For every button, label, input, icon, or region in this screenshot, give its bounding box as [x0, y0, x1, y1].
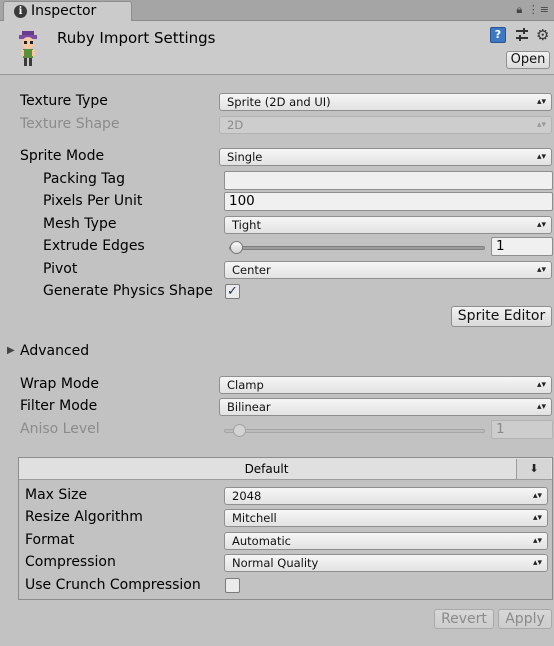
open-button[interactable]: Open: [506, 51, 550, 69]
dropdown-arrows-icon: ▴▾: [532, 491, 542, 501]
dropdown-arrows-icon: ▴▾: [532, 558, 542, 568]
dropdown-arrows-icon: ▴▾: [536, 97, 546, 107]
help-icon[interactable]: ?: [490, 27, 506, 43]
wrap-mode-dropdown[interactable]: Clamp ▴▾: [219, 376, 552, 394]
resize-algorithm-label: Resize Algorithm: [25, 509, 143, 525]
compression-value: Normal Quality: [232, 556, 319, 570]
wrap-mode-value: Clamp: [227, 378, 264, 392]
pivot-value: Center: [232, 263, 271, 277]
checkmark-icon: ✓: [227, 284, 238, 299]
info-icon: i: [14, 5, 27, 18]
wrap-mode-label: Wrap Mode: [20, 376, 100, 392]
foldout-arrow-icon[interactable]: ▶: [7, 342, 15, 360]
texture-shape-dropdown: 2D ▴▾: [219, 116, 552, 134]
format-value: Automatic: [232, 534, 291, 548]
filter-mode-dropdown[interactable]: Bilinear ▴▾: [219, 398, 552, 416]
extrude-edges-input[interactable]: 1: [491, 237, 553, 256]
packing-tag-label: Packing Tag: [43, 171, 125, 187]
mesh-type-label: Mesh Type: [43, 216, 117, 232]
texture-type-value: Sprite (2D and UI): [227, 95, 331, 109]
revert-button[interactable]: Revert: [434, 609, 494, 629]
resize-algorithm-dropdown[interactable]: Mitchell ▴▾: [224, 509, 548, 527]
extrude-edges-slider-thumb[interactable]: [230, 241, 243, 254]
generate-physics-shape-label: Generate Physics Shape: [43, 283, 213, 299]
pixels-per-unit-label: Pixels Per Unit: [43, 193, 143, 209]
dropdown-arrows-icon: ▴▾: [532, 513, 542, 523]
pivot-label: Pivot: [43, 261, 78, 277]
packing-tag-input[interactable]: [224, 171, 553, 190]
tab-inspector[interactable]: i Inspector: [3, 1, 132, 22]
use-crunch-compression-checkbox[interactable]: [225, 578, 240, 593]
asset-title: Ruby Import Settings: [57, 29, 216, 47]
max-size-label: Max Size: [25, 487, 88, 503]
aniso-level-slider-thumb: [233, 424, 246, 437]
compression-label: Compression: [25, 554, 116, 570]
format-label: Format: [25, 532, 75, 548]
filter-mode-value: Bilinear: [227, 400, 271, 414]
mesh-type-value: Tight: [232, 218, 261, 232]
preset-icon[interactable]: [514, 27, 530, 43]
sprite-thumbnail-icon: [19, 31, 37, 66]
texture-type-label: Texture Type: [20, 93, 108, 109]
dropdown-arrows-icon: ▴▾: [536, 265, 546, 275]
aniso-level-slider-track: [224, 429, 485, 433]
lock-icon[interactable]: 🔒︎: [516, 3, 523, 16]
dropdown-arrows-icon: ▴▾: [536, 152, 546, 162]
pixels-per-unit-input[interactable]: 100: [224, 192, 553, 211]
use-crunch-compression-label: Use Crunch Compression: [25, 577, 201, 593]
resize-algorithm-value: Mitchell: [232, 511, 277, 525]
menu-icon[interactable]: ⋮≡: [528, 3, 550, 16]
dropdown-arrows-icon: ▴▾: [532, 536, 542, 546]
sprite-mode-value: Single: [227, 150, 263, 164]
tab-inspector-label: Inspector: [31, 3, 97, 19]
extrude-edges-slider-track[interactable]: [229, 246, 485, 250]
aniso-level-input: 1: [491, 420, 553, 439]
pivot-dropdown[interactable]: Center ▴▾: [224, 261, 552, 279]
platform-tab-default[interactable]: Default: [19, 458, 514, 480]
sprite-editor-button[interactable]: Sprite Editor: [451, 306, 552, 327]
filter-mode-label: Filter Mode: [20, 398, 98, 414]
dropdown-arrows-icon: ▴▾: [536, 402, 546, 412]
dropdown-arrows-icon: ▴▾: [536, 220, 546, 230]
texture-shape-label: Texture Shape: [20, 116, 120, 132]
generate-physics-shape-checkbox[interactable]: ✓: [225, 284, 240, 299]
extrude-edges-label: Extrude Edges: [43, 238, 145, 254]
download-icon[interactable]: ⬇: [516, 459, 551, 479]
gear-icon[interactable]: ⚙: [536, 27, 552, 43]
advanced-foldout-label[interactable]: Advanced: [20, 342, 89, 360]
max-size-value: 2048: [232, 489, 262, 503]
apply-button[interactable]: Apply: [498, 609, 552, 629]
texture-shape-value: 2D: [227, 118, 244, 132]
dropdown-arrows-icon: ▴▾: [536, 120, 546, 130]
aniso-level-label: Aniso Level: [20, 421, 100, 437]
sprite-mode-dropdown[interactable]: Single ▴▾: [219, 148, 552, 166]
format-dropdown[interactable]: Automatic ▴▾: [224, 532, 548, 550]
dropdown-arrows-icon: ▴▾: [536, 380, 546, 390]
compression-dropdown[interactable]: Normal Quality ▴▾: [224, 554, 548, 572]
mesh-type-dropdown[interactable]: Tight ▴▾: [224, 216, 552, 234]
tab-tools[interactable]: 🔒︎ ⋮≡: [516, 3, 550, 17]
sprite-mode-label: Sprite Mode: [20, 148, 105, 164]
texture-type-dropdown[interactable]: Sprite (2D and UI) ▴▾: [219, 93, 552, 111]
max-size-dropdown[interactable]: 2048 ▴▾: [224, 487, 548, 505]
